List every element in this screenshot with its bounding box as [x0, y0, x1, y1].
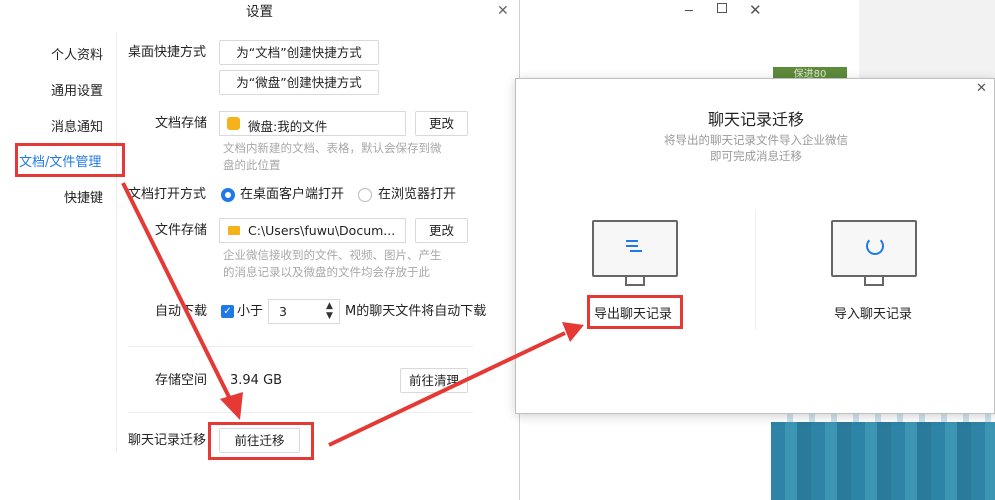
storage-space-value: 3.94 GB	[230, 373, 283, 388]
blurred-strip	[771, 414, 995, 422]
radio-browser[interactable]	[358, 188, 372, 202]
sidebar-item-notifications[interactable]: 消息通知	[51, 116, 103, 135]
sidebar-item-shortcuts[interactable]: 快捷键	[64, 187, 103, 206]
file-storage-value: C:\Users\fuwu\Docum...	[248, 223, 396, 238]
file-storage-hint-line2: 的消息记录以及微盘的文件均会存放于此	[223, 265, 430, 279]
sidebar: 个人资料 通用设置 消息通知 文档/文件管理 快捷键	[0, 32, 116, 452]
auto-download-checkbox[interactable]: ✓	[221, 305, 234, 318]
go-clean-button[interactable]: 前往清理	[400, 368, 468, 393]
section-divider	[128, 346, 473, 347]
file-storage-field[interactable]: C:\Users\fuwu\Docum...	[219, 218, 406, 243]
import-chat-option[interactable]	[831, 220, 917, 288]
storage-space-label: 存储空间	[155, 373, 208, 388]
file-storage-hint-line1: 企业微信接收到的文件、视频、图片、产生	[223, 248, 442, 262]
export-monitor-stand-icon	[625, 277, 645, 286]
auto-download-suffix: M的聊天文件将自动下载	[345, 304, 487, 319]
doc-storage-field[interactable]: 微盘:我的文件	[219, 111, 406, 136]
annotation-box-migrate-button	[208, 422, 314, 460]
folder-icon	[228, 226, 240, 235]
import-chat-label[interactable]: 导入聊天记录	[834, 303, 912, 322]
sidebar-item-profile[interactable]: 个人资料	[51, 44, 103, 63]
doc-storage-change-button[interactable]: 更改	[415, 111, 468, 136]
list-lines-icon	[626, 240, 638, 242]
dialog-subtitle-line2: 即可完成消息迁移	[710, 149, 802, 163]
create-weipan-shortcut-button[interactable]: 为“微盘”创建快捷方式	[219, 70, 379, 95]
auto-download-size-value: 3	[279, 304, 287, 319]
doc-storage-value: 微盘:我的文件	[248, 119, 328, 134]
doc-storage-label: 文档存储	[155, 116, 208, 131]
dialog-subtitle-line1: 将导出的聊天记录文件导入企业微信	[664, 133, 848, 147]
auto-download-label: 自动下载	[155, 304, 208, 319]
desktop-shortcut-label: 桌面快捷方式	[128, 45, 207, 60]
create-doc-shortcut-button[interactable]: 为“文档”创建快捷方式	[219, 40, 379, 65]
import-monitor-icon	[831, 220, 917, 277]
section-divider-2	[128, 412, 473, 413]
sidebar-divider	[116, 32, 117, 452]
settings-close-icon[interactable]: ✕	[497, 3, 509, 19]
close-icon[interactable]: ✕	[749, 1, 762, 19]
file-storage-label: 文件存储	[155, 223, 208, 238]
dialog-title: 聊天记录迁移	[707, 110, 804, 129]
export-chat-option[interactable]	[592, 220, 678, 288]
doc-open-label: 文档打开方式	[128, 187, 207, 202]
import-monitor-stand-icon	[864, 277, 884, 286]
stepper-arrows-icon[interactable]: ▲ ▼	[326, 301, 333, 321]
weipan-icon	[227, 117, 240, 130]
radio-desktop-label[interactable]: 在桌面客户端打开	[240, 186, 344, 204]
doc-storage-hint-line2: 盘的此位置	[223, 158, 281, 172]
file-storage-change-button[interactable]: 更改	[415, 218, 468, 243]
auto-download-less-than: 小于	[237, 304, 264, 319]
minimize-icon[interactable]: ─	[685, 4, 693, 19]
dialog-vertical-divider	[755, 210, 756, 330]
annotation-box-export	[587, 295, 683, 329]
auto-download-size-stepper[interactable]: 3 ▲ ▼	[268, 299, 340, 324]
chat-migration-label: 聊天记录迁移	[128, 433, 207, 448]
settings-title: 设置	[246, 4, 273, 20]
refresh-icon	[866, 237, 884, 255]
migration-dialog: ✕ 聊天记录迁移 将导出的聊天记录文件导入企业微信 即可完成消息迁移 导出聊天记…	[515, 78, 995, 414]
radio-browser-label[interactable]: 在浏览器打开	[378, 186, 456, 204]
doc-storage-hint-line1: 文档内新建的文档、表格，默认会保存到微	[223, 141, 442, 155]
export-monitor-icon	[592, 220, 678, 277]
dialog-close-icon[interactable]: ✕	[976, 81, 987, 96]
annotation-box-sidebar	[15, 143, 125, 177]
radio-desktop-selected[interactable]	[221, 188, 235, 202]
maximize-icon[interactable]	[717, 3, 727, 13]
sidebar-item-general[interactable]: 通用设置	[51, 80, 103, 99]
blurred-image-area	[771, 418, 995, 500]
